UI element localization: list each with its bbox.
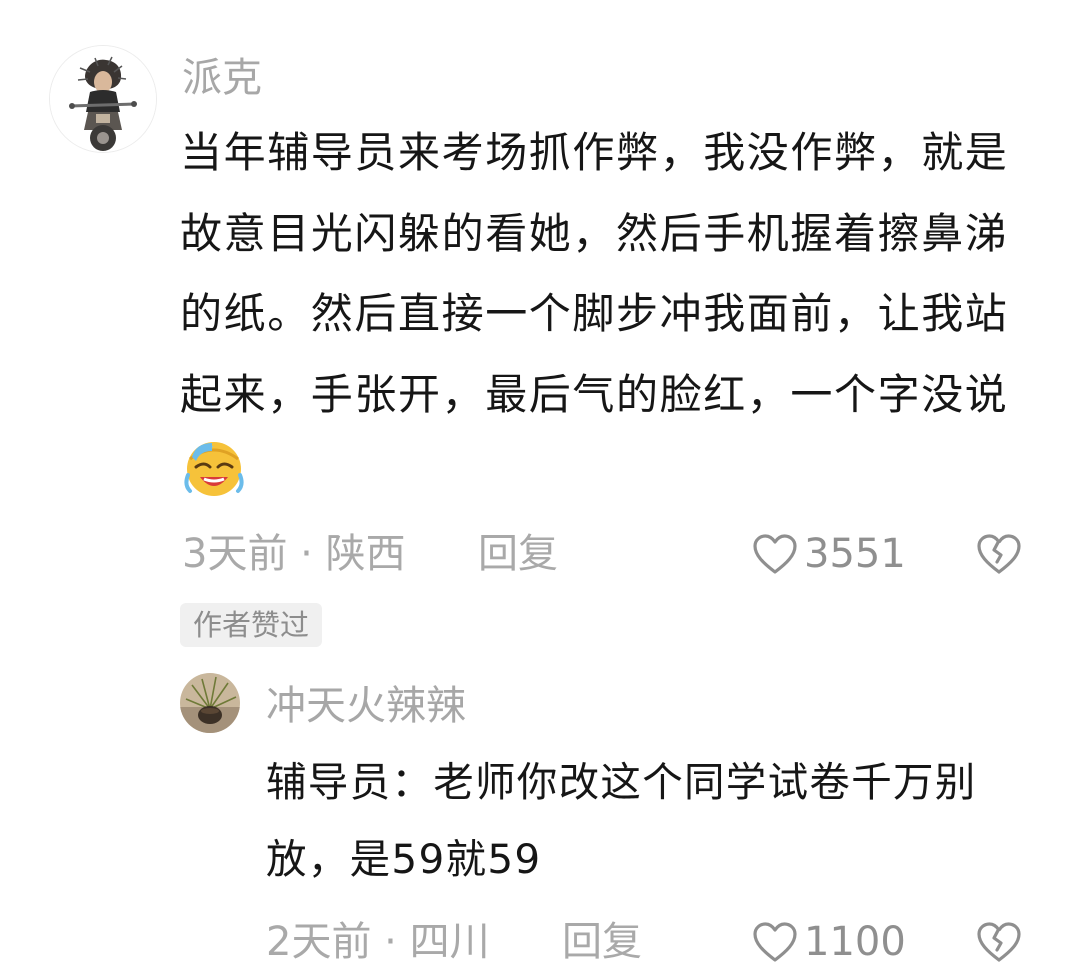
reply-like-button[interactable]: 1100	[752, 918, 906, 966]
reply-like-count: 1100	[804, 919, 906, 965]
potted-plant-avatar-icon	[180, 673, 240, 733]
replier-name[interactable]: 冲天火辣辣	[266, 682, 466, 730]
laughing-crying-emoji-icon	[182, 435, 246, 526]
reply-reply-button[interactable]: 回复	[562, 918, 642, 966]
replier-avatar[interactable]	[180, 673, 240, 733]
reply-meta: 2天前 · 四川	[266, 919, 490, 965]
commenter-avatar[interactable]	[49, 45, 157, 153]
comment-thread: 派克 当年辅导员来考场抓作弊，我没作弊，就是故意目光闪躲的看她，然后手机握着擦鼻…	[0, 0, 1080, 970]
heart-icon	[753, 534, 797, 574]
broken-heart-icon	[977, 534, 1021, 574]
comment-body: 当年辅导员来考场抓作弊，我没作弊，就是故意目光闪躲的看她，然后手机握着擦鼻涕的纸…	[180, 128, 1009, 419]
like-button[interactable]: 3551	[752, 530, 906, 578]
dislike-button[interactable]	[975, 532, 1023, 580]
motorcycle-rider-avatar-icon	[50, 46, 156, 152]
comment-meta: 3天前 · 陕西	[182, 531, 406, 577]
author-liked-badge: 作者赞过	[180, 603, 323, 647]
heart-icon	[753, 922, 797, 962]
comment-text: 当年辅导员来考场抓作弊，我没作弊，就是故意目光闪躲的看她，然后手机握着擦鼻涕的纸…	[180, 113, 1050, 526]
broken-heart-icon	[977, 922, 1021, 962]
reply-dislike-button[interactable]	[975, 920, 1023, 968]
commenter-name[interactable]: 派克	[182, 54, 262, 102]
reply-button[interactable]: 回复	[478, 530, 558, 578]
like-count: 3551	[804, 531, 906, 577]
reply-text: 辅导员：老师你改这个同学试卷千万别放，是59就59	[266, 758, 977, 883]
